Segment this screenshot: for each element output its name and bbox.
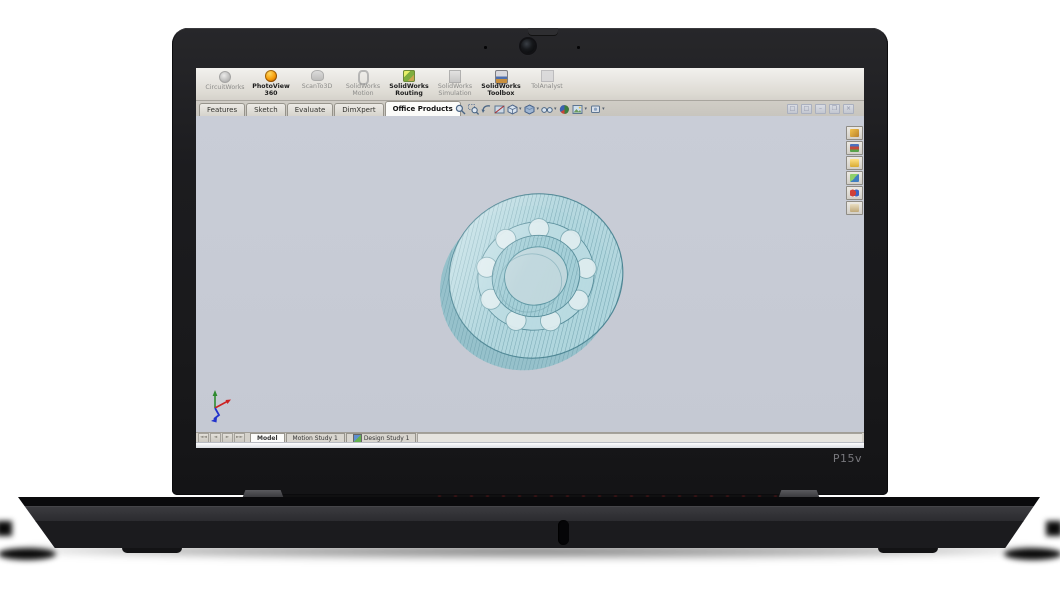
shadow-blob xyxy=(0,521,12,536)
task-pane-tab-custom-properties[interactable] xyxy=(846,201,863,215)
edit-appearance-icon[interactable] xyxy=(559,104,571,115)
view-palette-icon xyxy=(850,174,859,182)
solidworks-routing-icon xyxy=(403,70,415,82)
laptop-model-label: P15v xyxy=(833,452,862,465)
task-pane-tab-solidworks-resources[interactable] xyxy=(846,126,863,140)
window-controls: □ □ – ❒ × xyxy=(787,104,854,114)
apply-scene-icon[interactable] xyxy=(572,104,584,115)
tab-office-products[interactable]: Office Products xyxy=(385,101,461,116)
toolbar-item-label: SolidWorks Motion xyxy=(341,83,385,96)
base-front-face xyxy=(18,521,1040,548)
webcam-shutter xyxy=(528,28,558,36)
toolbar-item-photoview-360[interactable]: PhotoView 360 xyxy=(248,70,294,97)
tolanalyst-icon xyxy=(541,70,554,82)
toolbar-item-scanto3d[interactable]: ScanTo3D xyxy=(294,70,340,90)
section-view-icon[interactable] xyxy=(493,104,505,115)
appearances-icon xyxy=(850,189,859,197)
task-pane-tab-appearances[interactable] xyxy=(846,186,863,200)
status-bar xyxy=(196,442,864,448)
file-explorer-icon xyxy=(850,159,859,167)
toolbar-item-label: SolidWorks Routing xyxy=(387,83,431,96)
microphone-dot xyxy=(577,46,580,49)
solidworks-resources-icon xyxy=(850,129,859,137)
task-pane-tab-file-explorer[interactable] xyxy=(846,156,863,170)
command-tab-strip: Features Sketch Evaluate DimXpert Office… xyxy=(196,101,864,117)
dropdown-arrow-icon[interactable]: ▾ xyxy=(537,106,540,112)
dropdown-arrow-icon[interactable]: ▾ xyxy=(519,106,522,112)
task-pane-tab-design-library[interactable] xyxy=(846,141,863,155)
display-style-icon[interactable] xyxy=(524,104,536,115)
window-minimize-button[interactable]: – xyxy=(815,104,826,114)
scanto3d-icon xyxy=(311,70,324,81)
tab-dimxpert[interactable]: DimXpert xyxy=(334,103,383,116)
toolbar-item-solidworks-routing[interactable]: SolidWorks Routing xyxy=(386,70,432,97)
solidworks-simulation-icon xyxy=(449,70,461,83)
command-toolbar: CircuitWorks PhotoView 360 ScanTo3D Soli… xyxy=(196,68,864,101)
toolbar-item-solidworks-toolbox[interactable]: SolidWorks Toolbox xyxy=(478,70,524,97)
toolbar-item-label: ScanTo3D xyxy=(295,83,339,90)
base-top-edge xyxy=(18,497,1040,506)
previous-view-icon[interactable] xyxy=(480,104,492,115)
tab-features[interactable]: Features xyxy=(199,103,245,116)
shadow-blob xyxy=(0,548,56,560)
shadow-blob xyxy=(1046,521,1060,536)
page-canvas: { "laptop": { "model_label": "P15v" }, "… xyxy=(0,0,1060,596)
toolbar-item-label: SolidWorks Toolbox xyxy=(479,83,523,96)
task-pane-tab-strip xyxy=(846,126,863,215)
circuitworks-icon xyxy=(219,71,231,83)
toolbar-item-solidworks-simulation[interactable]: SolidWorks Simulation xyxy=(432,70,478,97)
design-library-icon xyxy=(850,144,859,152)
dropdown-arrow-icon[interactable]: ▾ xyxy=(602,106,605,112)
toolbar-item-solidworks-motion[interactable]: SolidWorks Motion xyxy=(340,70,386,97)
dropdown-arrow-icon[interactable]: ▾ xyxy=(554,106,557,112)
lid-open-notch xyxy=(558,520,569,545)
shadow-blob xyxy=(1004,548,1060,560)
tab-evaluate[interactable]: Evaluate xyxy=(287,103,334,116)
base-front-chamfer xyxy=(18,506,1040,522)
dropdown-arrow-icon[interactable]: ▾ xyxy=(585,106,588,112)
webcam-icon xyxy=(521,39,535,53)
window-close-button[interactable]: × xyxy=(843,104,854,114)
view-orientation-icon[interactable] xyxy=(506,104,518,115)
toolbar-item-label: PhotoView 360 xyxy=(249,83,293,96)
toolbar-item-label: TolAnalyst xyxy=(525,83,569,90)
toolbar-item-label: CircuitWorks xyxy=(203,84,247,91)
viewport-3d[interactable] xyxy=(196,116,864,432)
tab-sketch[interactable]: Sketch xyxy=(246,103,286,116)
custom-properties-icon xyxy=(850,204,859,212)
toolbar-item-circuitworks[interactable]: CircuitWorks xyxy=(202,70,248,91)
window-button-menu[interactable]: □ xyxy=(787,104,798,114)
photoview-360-icon xyxy=(265,70,277,82)
laptop-screen: CircuitWorks PhotoView 360 ScanTo3D Soli… xyxy=(196,68,864,448)
window-button-pane[interactable]: □ xyxy=(801,104,812,114)
toolbar-item-tolanalyst[interactable]: TolAnalyst xyxy=(524,70,570,90)
laptop-base xyxy=(18,497,1040,548)
heads-up-view-toolbar: ▾ ▾ ▾ ▾ ▾ xyxy=(454,103,606,115)
task-pane-tab-view-palette[interactable] xyxy=(846,171,863,185)
zoom-to-area-icon[interactable] xyxy=(467,104,479,115)
reference-triad-icon xyxy=(205,388,235,424)
hide-show-items-icon[interactable] xyxy=(541,104,553,115)
zoom-to-fit-icon[interactable] xyxy=(454,104,466,115)
view-settings-icon[interactable] xyxy=(589,104,601,115)
window-restore-button[interactable]: ❒ xyxy=(829,104,840,114)
bearing-model[interactable] xyxy=(440,180,632,372)
microphone-dot xyxy=(484,46,487,49)
toolbar-item-label: SolidWorks Simulation xyxy=(433,83,477,96)
